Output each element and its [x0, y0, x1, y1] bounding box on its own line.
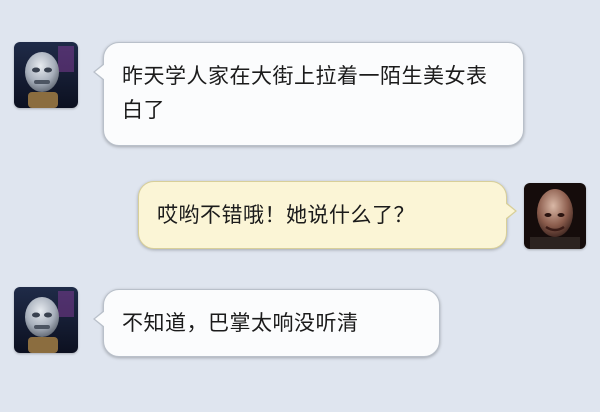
- robot-face-icon: [14, 287, 78, 353]
- message-text: 昨天学人家在大街上拉着一陌生美女表白了: [122, 64, 488, 122]
- friend-avatar[interactable]: [14, 287, 78, 353]
- bubble-tail: [93, 310, 105, 328]
- message-text: 不知道，巴掌太响没听清: [122, 311, 359, 335]
- robot-face-icon: [14, 42, 78, 108]
- bubble-tail: [505, 202, 517, 220]
- bubble-tail: [93, 63, 105, 81]
- incoming-message-bubble[interactable]: 不知道，巴掌太响没听清: [93, 289, 440, 357]
- chat-window: 昨天学人家在大街上拉着一陌生美女表白了 哎哟不错哦！她说什么了？ 不知道，巴掌太…: [0, 0, 600, 412]
- outgoing-message-bubble[interactable]: 哎哟不错哦！她说什么了？: [138, 181, 517, 249]
- message-text: 哎哟不错哦！她说什么了？: [157, 203, 415, 227]
- friend-avatar[interactable]: [14, 42, 78, 108]
- my-avatar[interactable]: [524, 183, 586, 249]
- bald-alien-icon: [524, 183, 586, 249]
- incoming-message-bubble[interactable]: 昨天学人家在大街上拉着一陌生美女表白了: [93, 42, 524, 146]
